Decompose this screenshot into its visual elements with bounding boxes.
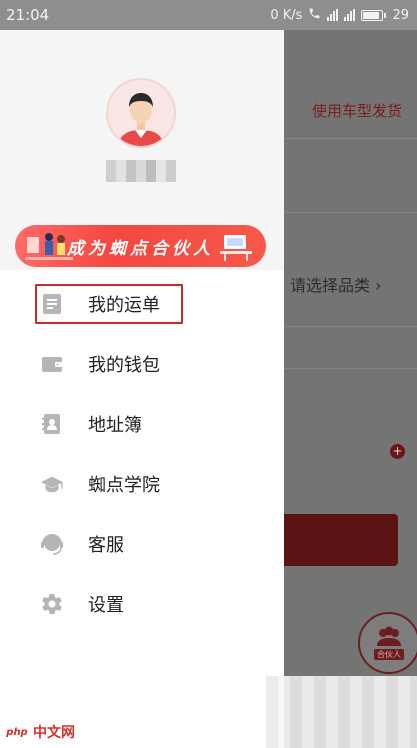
avatar[interactable]	[106, 78, 176, 148]
people-illustration-icon	[25, 233, 73, 260]
php-logo: php	[4, 724, 30, 740]
add-icon: +	[390, 444, 405, 459]
menu-label: 客服	[88, 535, 124, 556]
navigation-drawer: 成为蜘点合伙人 我的运单 我的钱包 地址簿 蜘点学院 客服 设置	[0, 30, 284, 748]
watermark-blur	[266, 676, 417, 748]
signal-icon-2	[344, 9, 356, 21]
vehicle-type-link: 使用车型发货	[312, 102, 403, 120]
menu-label: 我的钱包	[88, 355, 160, 376]
menu-item-academy[interactable]: 蜘点学院	[0, 454, 284, 514]
partner-badge: 合伙人	[358, 612, 417, 674]
menu-item-customer-service[interactable]: 客服	[0, 514, 284, 574]
signal-icon	[327, 9, 339, 21]
gear-icon	[40, 592, 64, 616]
category-selector: 请选择品类 ›	[290, 276, 382, 295]
drawer-header: 成为蜘点合伙人	[0, 30, 284, 270]
highlight-box	[35, 284, 183, 324]
graduation-cap-icon	[40, 472, 64, 496]
clock: 21:04	[6, 6, 50, 24]
menu-item-my-waybills[interactable]: 我的运单	[0, 274, 284, 334]
status-icons: 0 K/s 29	[270, 7, 409, 24]
group-icon	[377, 626, 401, 646]
partner-banner[interactable]: 成为蜘点合伙人	[15, 225, 266, 267]
network-speed: 0 K/s	[270, 7, 303, 23]
phone-icon	[308, 7, 321, 24]
menu-item-settings[interactable]: 设置	[0, 574, 284, 634]
divider	[284, 212, 417, 213]
submit-button-dimmed	[284, 514, 398, 566]
menu-label: 设置	[88, 595, 124, 616]
menu-item-my-wallet[interactable]: 我的钱包	[0, 334, 284, 394]
battery-level: 29	[392, 7, 409, 23]
desk-illustration-icon	[220, 235, 252, 261]
divider	[284, 138, 417, 139]
wallet-icon	[40, 352, 64, 376]
address-book-icon	[40, 412, 64, 436]
headset-icon	[40, 532, 64, 556]
status-bar: 21:04 0 K/s 29	[0, 0, 417, 30]
background-page: 使用车型发货 请选择品类 › + 合伙人	[284, 30, 417, 748]
menu-item-address-book[interactable]: 地址簿	[0, 394, 284, 454]
watermark-logo: php 中文网	[4, 722, 75, 742]
divider	[284, 368, 417, 369]
divider	[284, 326, 417, 327]
partner-banner-text: 成为蜘点合伙人	[67, 238, 214, 259]
username-blurred	[106, 160, 176, 182]
drawer-menu: 我的运单 我的钱包 地址簿 蜘点学院 客服 设置	[0, 274, 284, 634]
battery-icon	[361, 9, 387, 21]
watermark-text: 中文网	[33, 725, 75, 741]
menu-label: 地址簿	[88, 415, 142, 436]
menu-label: 蜘点学院	[88, 475, 160, 496]
